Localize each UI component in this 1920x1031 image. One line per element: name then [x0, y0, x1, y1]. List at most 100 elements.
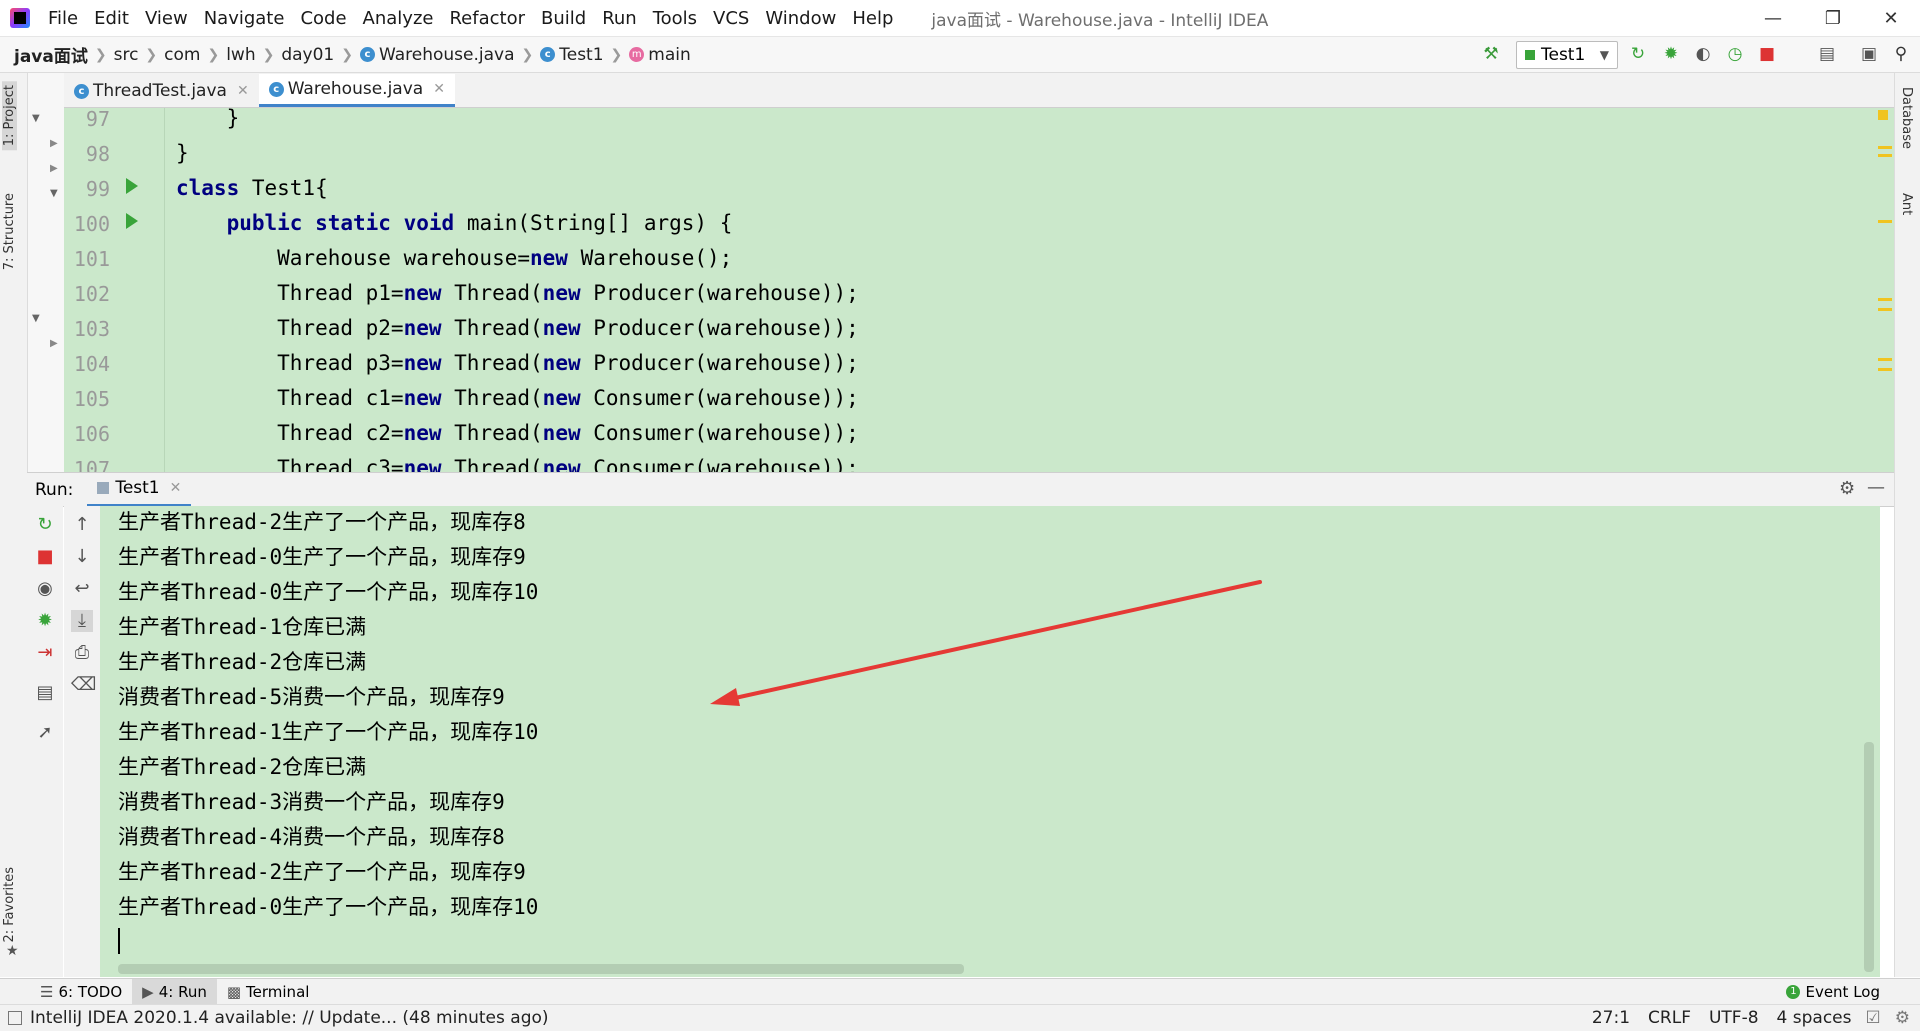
run-tab-test1[interactable]: Test1 ✕: [87, 473, 192, 507]
layout-icon[interactable]: ▤: [34, 682, 56, 704]
tool-tab-favorites[interactable]: 2: Favorites: [2, 867, 17, 943]
status-toggle-icon[interactable]: [8, 1011, 22, 1025]
camera-icon[interactable]: ◉: [34, 578, 56, 600]
breadcrumb-lwh[interactable]: lwh: [226, 45, 255, 65]
status-message[interactable]: IntelliJ IDEA 2020.1.4 available: // Upd…: [30, 1008, 549, 1028]
breadcrumb-src[interactable]: src: [114, 45, 139, 65]
tool-tab-database[interactable]: Database: [1899, 87, 1914, 149]
breadcrumb-day01[interactable]: day01: [281, 45, 334, 65]
terminal-window-icon[interactable]: ▣: [1858, 43, 1880, 65]
run-class-icon[interactable]: [126, 178, 138, 194]
breadcrumb-project[interactable]: java面试: [14, 42, 88, 67]
hide-panel-icon[interactable]: —: [1867, 477, 1885, 498]
caret-position[interactable]: 27:1: [1592, 1008, 1630, 1028]
tool-tab-todo[interactable]: ☰ 6: TODO: [30, 979, 132, 1005]
error-stripe-mark[interactable]: [1878, 154, 1892, 157]
breadcrumb-warehouse-file[interactable]: c Warehouse.java: [359, 45, 515, 65]
profile-icon[interactable]: ◷: [1724, 43, 1746, 65]
menu-file[interactable]: File: [40, 8, 86, 29]
expand-arrow-icon[interactable]: ▼: [50, 188, 58, 199]
menu-code[interactable]: Code: [292, 8, 354, 29]
memory-indicator-icon[interactable]: ⚙: [1895, 1008, 1910, 1028]
menu-window[interactable]: Window: [757, 8, 844, 29]
warning-marker-icon[interactable]: [1878, 110, 1888, 120]
exit-icon[interactable]: ⇥: [34, 642, 56, 664]
lock-icon[interactable]: ☑: [1866, 1008, 1881, 1028]
gear-icon[interactable]: ⚙: [1839, 478, 1855, 499]
expand-arrow-icon[interactable]: ▼: [32, 313, 40, 324]
breadcrumb-test1-class[interactable]: c Test1: [540, 45, 604, 65]
collapse-arrow-icon[interactable]: ▶: [50, 163, 58, 174]
annotation-arrow: [710, 580, 1262, 706]
minimize-button[interactable]: —: [1744, 0, 1802, 36]
menu-run[interactable]: Run: [594, 8, 645, 29]
error-stripe-mark[interactable]: [1878, 146, 1892, 149]
left-tool-strip: 1: Project 7: Structure 2: Favorites ★: [0, 73, 28, 977]
tool-tab-ant[interactable]: Ant: [1899, 193, 1914, 215]
build-hammer-icon[interactable]: ⚒: [1480, 43, 1502, 65]
indent-setting[interactable]: 4 spaces: [1777, 1008, 1852, 1028]
error-stripe-mark[interactable]: [1878, 220, 1892, 223]
menu-view[interactable]: View: [137, 8, 196, 29]
menu-navigate[interactable]: Navigate: [196, 8, 293, 29]
search-icon[interactable]: ⚲: [1890, 43, 1912, 65]
pin-icon[interactable]: ➚: [34, 722, 56, 744]
line-number: 101: [73, 247, 110, 271]
menu-edit[interactable]: Edit: [86, 8, 137, 29]
tool-tab-project[interactable]: 1: Project: [2, 81, 17, 151]
tab-warehouse-java[interactable]: c Warehouse.java ✕: [258, 74, 455, 107]
arrow-up-icon[interactable]: ↑: [71, 514, 93, 536]
menu-help[interactable]: Help: [844, 8, 901, 29]
tab-threadtest-java[interactable]: c ThreadTest.java ✕: [64, 75, 259, 107]
restore-button[interactable]: ❐: [1804, 0, 1862, 36]
trash-icon[interactable]: ⌫: [71, 674, 96, 696]
debug-icon[interactable]: ✹: [34, 610, 56, 632]
bottom-tool-tabs: ☰ 6: TODO ▶ 4: Run ▩ Terminal 1 Event Lo…: [0, 978, 1920, 1005]
project-structure-icon[interactable]: ▤: [1816, 43, 1838, 65]
stop-icon[interactable]: ■: [34, 546, 56, 568]
breadcrumb-com[interactable]: com: [164, 45, 200, 65]
rerun-icon[interactable]: ↻: [34, 514, 56, 536]
tool-tab-terminal[interactable]: ▩ Terminal: [217, 979, 320, 1005]
line-separator[interactable]: CRLF: [1648, 1008, 1691, 1028]
error-stripe-mark[interactable]: [1878, 368, 1892, 371]
run-console[interactable]: 生产者Thread-2生产了一个产品，现库存8 生产者Thread-0生产了一个…: [100, 506, 1880, 977]
scroll-to-end-icon[interactable]: ⤓: [71, 610, 93, 632]
run-panel-label: Run:: [35, 479, 74, 500]
rerun-icon[interactable]: ↻: [1627, 43, 1649, 65]
window-title: java面试 - Warehouse.java - IntelliJ IDEA: [931, 10, 1269, 31]
run-main-icon[interactable]: [126, 213, 138, 229]
menu-vcs[interactable]: VCS: [705, 8, 757, 29]
collapse-arrow-icon[interactable]: ▶: [50, 138, 58, 149]
collapse-arrow-icon[interactable]: ▶: [50, 338, 58, 349]
menu-analyze[interactable]: Analyze: [355, 8, 442, 29]
print-icon[interactable]: ⎙: [71, 642, 93, 664]
error-stripe-mark[interactable]: [1878, 358, 1892, 361]
error-stripe-mark[interactable]: [1878, 298, 1892, 301]
soft-wrap-icon[interactable]: ↩: [71, 578, 93, 600]
tool-tab-structure[interactable]: 7: Structure: [2, 193, 17, 270]
close-tab-icon[interactable]: ✕: [170, 480, 182, 496]
code-line: }: [176, 141, 189, 165]
menu-refactor[interactable]: Refactor: [441, 8, 533, 29]
error-stripe-mark[interactable]: [1878, 308, 1892, 311]
coverage-icon[interactable]: ◐: [1692, 43, 1714, 65]
class-icon: c: [74, 83, 89, 99]
menu-tools[interactable]: Tools: [645, 8, 705, 29]
breadcrumb-main-method[interactable]: m main: [629, 45, 691, 65]
close-window-button[interactable]: ✕: [1862, 0, 1920, 36]
menu-build[interactable]: Build: [533, 8, 594, 29]
stop-icon[interactable]: ■: [1756, 43, 1778, 65]
code-line: Thread c1=new Thread(new Consumer(wareho…: [176, 386, 859, 410]
tool-tab-run[interactable]: ▶ 4: Run: [132, 979, 217, 1005]
run-config-select[interactable]: Test1 ▼: [1516, 41, 1618, 69]
debug-icon[interactable]: ✹: [1660, 43, 1682, 65]
arrow-down-icon[interactable]: ↓: [71, 546, 93, 568]
file-encoding[interactable]: UTF-8: [1709, 1008, 1759, 1028]
class-icon: c: [540, 47, 556, 62]
close-tab-icon[interactable]: ✕: [237, 83, 249, 99]
close-tab-icon[interactable]: ✕: [433, 81, 445, 97]
code-editor[interactable]: 97 98 99 100 101 102 103 104 105 106 107…: [64, 108, 1894, 472]
tool-tab-event-log[interactable]: 1 Event Log: [1776, 979, 1890, 1005]
expand-arrow-icon[interactable]: ▼: [32, 113, 40, 124]
